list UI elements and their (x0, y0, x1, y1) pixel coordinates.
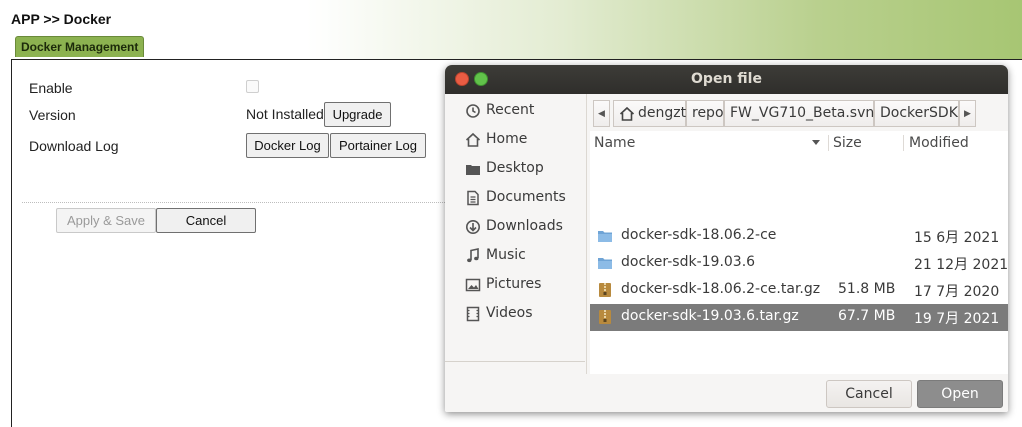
path-segment-label: dengzt (638, 105, 687, 121)
cancel-button[interactable]: Cancel (156, 208, 256, 233)
dialog-cancel-button[interactable]: Cancel (826, 380, 912, 408)
archive-icon (597, 309, 613, 325)
sidebar-item-label: Home (486, 131, 528, 147)
path-segment-repo[interactable]: repo (686, 100, 724, 127)
sort-descending-icon (812, 140, 820, 145)
sidebar-item-label: Documents (486, 189, 566, 205)
folder-icon (597, 228, 613, 244)
sidebar-item-pictures[interactable]: Pictures (445, 272, 586, 299)
file-size: 67.7 MB (838, 308, 896, 324)
column-divider (903, 135, 904, 151)
sidebar-item-label: Music (486, 247, 526, 263)
sidebar-item-label: Desktop (486, 160, 544, 176)
column-name-header[interactable]: Name (594, 131, 635, 155)
sidebar-item-label: Videos (486, 305, 533, 321)
sidebar-item-videos[interactable]: Videos (445, 301, 586, 328)
documents-icon (465, 190, 481, 206)
path-segment-fw[interactable]: FW_VG710_Beta.svn (724, 100, 874, 127)
file-row[interactable]: docker-sdk-18.06.2-ce 15 6月 2021 (590, 223, 1008, 250)
tab-docker-management[interactable]: Docker Management (15, 36, 145, 57)
sidebar-item-home[interactable]: Home (445, 127, 586, 154)
apply-save-button[interactable]: Apply & Save (56, 208, 156, 233)
column-divider (828, 135, 829, 151)
file-modified: 15 6月 2021 (914, 230, 1000, 246)
dialog-titlebar: Open file (445, 65, 1008, 94)
maximize-window-button[interactable] (474, 72, 488, 86)
enable-checkbox[interactable] (246, 80, 259, 93)
breadcrumb: APP >> Docker (11, 11, 112, 27)
file-name: docker-sdk-18.06.2-ce (621, 227, 777, 243)
file-name: docker-sdk-18.06.2-ce.tar.gz (621, 281, 821, 297)
file-row[interactable]: docker-sdk-19.03.6 21 12月 2021 (590, 250, 1008, 277)
portainer-log-button[interactable]: Portainer Log (330, 133, 426, 158)
close-window-button[interactable] (455, 72, 469, 86)
download-log-label: Download Log (29, 138, 119, 154)
file-modified: 19 7月 2021 (914, 311, 1000, 327)
sidebar-item-recent[interactable]: Recent (445, 98, 586, 125)
sidebar-item-label: Pictures (486, 276, 542, 292)
home-icon (465, 132, 481, 148)
separator (22, 202, 447, 203)
upgrade-button[interactable]: Upgrade (324, 102, 391, 127)
desktop-icon (465, 161, 481, 177)
enable-label: Enable (29, 80, 73, 96)
home-icon (619, 106, 635, 122)
version-status: Not Installed (246, 106, 324, 122)
dialog-footer: Cancel Open (445, 374, 1008, 412)
recent-icon (465, 103, 481, 119)
path-scroll-left-button[interactable]: ◀ (593, 100, 610, 127)
version-label: Version (29, 107, 76, 123)
file-row-selected[interactable]: docker-sdk-19.03.6.tar.gz 67.7 MB 19 7月 … (590, 304, 1008, 331)
pane-divider[interactable] (586, 94, 587, 374)
pictures-icon (465, 277, 481, 293)
file-name: docker-sdk-19.03.6.tar.gz (621, 308, 799, 324)
file-size: 51.8 MB (838, 281, 896, 297)
dialog-title: Open file (691, 71, 762, 87)
path-scroll-right-button[interactable]: ▶ (959, 100, 976, 127)
folder-icon (597, 255, 613, 271)
sidebar-item-music[interactable]: Music (445, 243, 586, 270)
file-name: docker-sdk-19.03.6 (621, 254, 756, 270)
dialog-open-button[interactable]: Open (917, 380, 1003, 408)
open-file-dialog: Open file Recent Home Desktop Documents … (445, 65, 1008, 412)
music-icon (465, 248, 481, 264)
sidebar-item-downloads[interactable]: Downloads (445, 214, 586, 241)
sidebar-separator (445, 361, 585, 362)
file-modified: 17 7月 2020 (914, 284, 1000, 300)
path-bar: ◀ dengzt repo FW_VG710_Beta.svn DockerSD… (593, 100, 983, 127)
column-size-header[interactable]: Size (833, 131, 862, 155)
file-modified: 21 12月 2021 (914, 257, 1008, 273)
sidebar-item-desktop[interactable]: Desktop (445, 156, 586, 183)
archive-icon (597, 282, 613, 298)
header-band (0, 0, 1022, 60)
sidebar-item-label: Recent (486, 102, 535, 118)
file-row[interactable]: docker-sdk-18.06.2-ce.tar.gz 51.8 MB 17 … (590, 277, 1008, 304)
path-segment-home[interactable]: dengzt (613, 100, 686, 127)
sidebar-item-label: Downloads (486, 218, 563, 234)
sidebar-item-documents[interactable]: Documents (445, 185, 586, 212)
downloads-icon (465, 219, 481, 235)
places-sidebar: Recent Home Desktop Documents Downloads … (445, 94, 586, 374)
docker-log-button[interactable]: Docker Log (246, 133, 329, 158)
file-list: Name Size Modified docker-sdk-18.06.2-ce… (590, 131, 1008, 374)
videos-icon (465, 306, 481, 322)
path-segment-dockersdk[interactable]: DockerSDK (874, 100, 959, 127)
column-modified-header[interactable]: Modified (909, 131, 969, 155)
